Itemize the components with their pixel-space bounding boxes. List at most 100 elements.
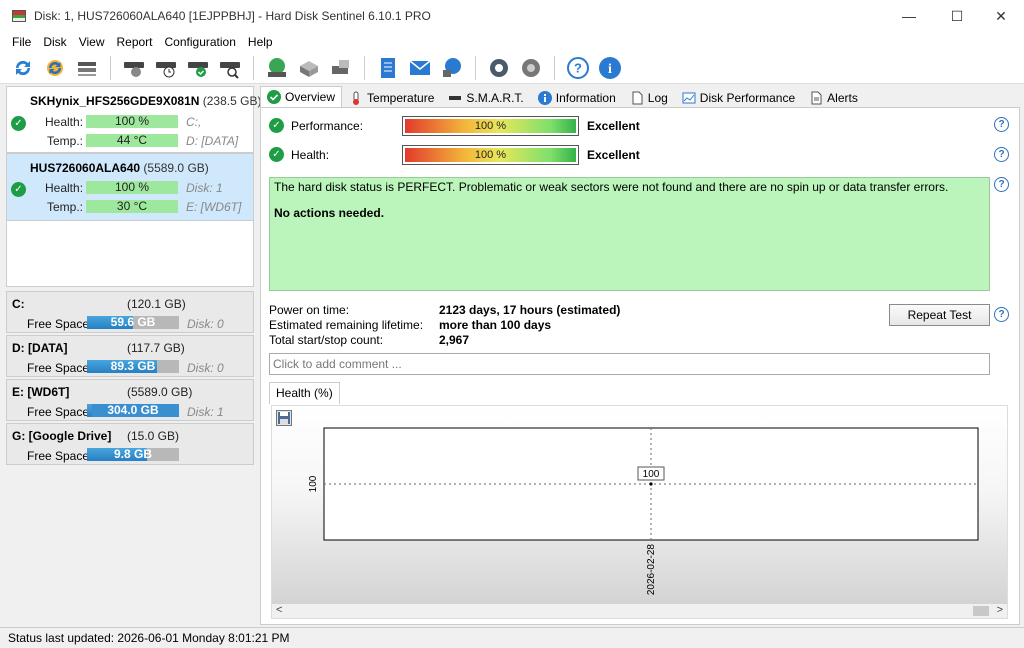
minimize-button[interactable]: — [886, 0, 932, 32]
volume-d[interactable]: D: [DATA] (117.7 GB) Free Space 89.3 GB … [6, 335, 254, 377]
menu-disk[interactable]: Disk [37, 35, 72, 49]
disk-search-icon[interactable] [217, 55, 243, 81]
tab-label: Overview [285, 90, 336, 104]
title-bar: Disk: 1, HUS726060ALA640 [1EJPPBHJ] - Ha… [0, 0, 1024, 32]
status-bar: Status last updated: 2026-06-01 Monday 8… [0, 627, 1024, 648]
tab-log[interactable]: Log [623, 88, 675, 108]
close-button[interactable]: ✕ [978, 0, 1024, 32]
maximize-button[interactable]: ☐ [934, 0, 980, 32]
tab-overview[interactable]: Overview [260, 86, 343, 108]
refresh-icon[interactable] [10, 55, 36, 81]
volume-e[interactable]: E: [WD6T] (5589.0 GB) Free Space 304.0 G… [6, 379, 254, 421]
refresh-all-icon[interactable] [42, 55, 68, 81]
performance-percent: 100 % [474, 120, 507, 132]
health-label: Health: [45, 115, 84, 129]
svg-text:i: i [608, 62, 612, 77]
tab-label: Log [647, 91, 668, 105]
report-icon[interactable] [375, 55, 401, 81]
globe-disk-icon[interactable] [264, 55, 290, 81]
disk-config-icon[interactable] [328, 55, 354, 81]
lifetime-value: more than 100 days [439, 318, 552, 332]
overview-panel: ✓ Performance: 100 % Excellent ? ✓ Healt… [260, 107, 1020, 625]
help-icon[interactable]: ? [994, 147, 1009, 162]
help-icon[interactable]: ? [994, 117, 1009, 132]
comment-field[interactable]: Click to add comment ... [269, 353, 990, 375]
health-row: ✓ Health: 100 % Excellent [269, 145, 1009, 165]
menu-view[interactable]: View [73, 35, 111, 49]
window-title: Disk: 1, HUS726060ALA640 [1EJPPBHJ] - Ha… [34, 9, 431, 23]
log-icon [630, 91, 644, 105]
startstop-value: 2,967 [439, 333, 470, 347]
disk-size: (238.5 GB) [202, 94, 262, 108]
tab-temperature[interactable]: Temperature [342, 88, 441, 108]
scroll-right-arrow[interactable]: > [997, 604, 1003, 616]
disk-list-icon[interactable] [74, 55, 100, 81]
email-icon[interactable] [407, 55, 433, 81]
performance-fill: 100 % [405, 119, 576, 133]
temp-label: Temp.: [47, 134, 84, 148]
toolbar-separator [110, 55, 111, 80]
free-space-label: Free Space [27, 405, 90, 419]
performance-value: Excellent [587, 119, 640, 133]
tab-health-percent[interactable]: Health (%) [269, 382, 340, 404]
volume-g[interactable]: G: [Google Drive] (15.0 GB) Free Space 9… [6, 423, 254, 465]
health-bar: 100 % [402, 145, 579, 165]
disk-letters: C:, [186, 115, 202, 129]
power-on-value: 2123 days, 17 hours (estimated) [439, 303, 621, 317]
tab-smart[interactable]: S.M.A.R.T. [441, 88, 530, 108]
performance-label: Performance: [291, 119, 364, 133]
horizontal-scrollbar[interactable]: < > [272, 604, 1007, 618]
disk-timer-icon[interactable] [153, 55, 179, 81]
check-icon: ✓ [11, 116, 26, 131]
menu-configuration[interactable]: Configuration [159, 35, 242, 49]
toolbar-separator [253, 55, 254, 80]
disk-list-empty [6, 221, 254, 287]
help-icon[interactable]: ? [994, 307, 1009, 322]
disk-tools-icon[interactable] [296, 55, 322, 81]
lifetime-label: Estimated remaining lifetime: [269, 318, 424, 332]
health-chart-svg: 100 100 2026-02-28 [308, 427, 979, 596]
settings-icon[interactable] [486, 55, 512, 81]
toolbar-separator [554, 55, 555, 80]
info-icon[interactable]: i [597, 55, 623, 81]
menu-help[interactable]: Help [242, 35, 279, 49]
performance-row: ✓ Performance: 100 % Excellent [269, 116, 1009, 136]
health-label: Health: [291, 148, 330, 162]
repeat-test-button[interactable]: Repeat Test [889, 304, 990, 326]
free-space-label: Free Space [27, 317, 90, 331]
volume-c[interactable]: C: (120.1 GB) Free Space 59.6 GB Disk: 0 [6, 291, 254, 333]
toolbar: ? i [0, 52, 1024, 84]
check-icon: ✓ [269, 118, 284, 133]
tab-disk-performance[interactable]: Disk Performance [675, 88, 802, 108]
volume-size: (15.0 GB) [127, 429, 180, 443]
tab-label: Alerts [827, 91, 858, 105]
disk-card-1[interactable]: HUS726060ALA640 (5589.0 GB) ✓ Health: 10… [6, 153, 254, 221]
health-bar: 100 % [86, 181, 178, 194]
scroll-left-arrow[interactable]: < [276, 604, 282, 616]
network-icon[interactable] [439, 55, 465, 81]
free-space-label: Free Space [27, 449, 90, 463]
tab-alerts[interactable]: Alerts [802, 88, 865, 108]
disk-name: HUS726060ALA640 (5589.0 GB) [30, 161, 209, 175]
thermometer-icon [349, 91, 363, 105]
tab-information[interactable]: Information [531, 88, 623, 108]
x-tick-label: 2026-02-28 [646, 544, 657, 596]
disk-card-0[interactable]: SKHynix_HFS256GDE9X081N (238.5 GB) Di ✓ … [6, 86, 277, 153]
free-space-value: 59.6 GB [110, 315, 156, 329]
check-icon [267, 90, 281, 104]
help-icon[interactable]: ? [565, 55, 591, 81]
disk-model: HUS726060ALA640 [30, 161, 141, 175]
sound-icon[interactable] [518, 55, 544, 81]
menu-file[interactable]: File [6, 35, 37, 49]
volume-disk: Disk: 0 [187, 317, 224, 331]
volume-disk: Disk: 0 [187, 361, 224, 375]
disk-test-icon[interactable] [121, 55, 147, 81]
health-bar: 100 % [86, 115, 178, 128]
help-icon[interactable]: ? [994, 177, 1009, 192]
disk-check-icon[interactable] [185, 55, 211, 81]
scroll-thumb[interactable] [973, 606, 989, 616]
volume-name: G: [Google Drive] [12, 429, 112, 443]
volume-size: (5589.0 GB) [127, 385, 193, 399]
menu-report[interactable]: Report [110, 35, 158, 49]
toolbar-separator [364, 55, 365, 80]
